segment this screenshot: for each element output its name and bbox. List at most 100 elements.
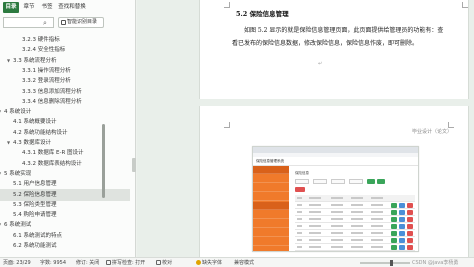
- word-count[interactable]: 字数: 9954: [40, 258, 66, 267]
- compat-mode-status: 兼容模式: [234, 260, 255, 266]
- figure-table-cell: [309, 211, 321, 213]
- watermark: CSDN @java李杨勇: [412, 260, 459, 266]
- document-canvas[interactable]: 5.2 保险信息管理 如图 5.2 显示的就是保险信息管理页面，此页面提供给管理…: [137, 0, 474, 257]
- figure-table-row: [295, 244, 415, 251]
- figure-table-cell: [331, 239, 343, 241]
- figure-table-cell: [351, 197, 363, 199]
- figure-screenshot[interactable]: 保险信息管理系统 保险信息: [252, 146, 419, 252]
- figure-row-action: [407, 238, 413, 243]
- figure-table-cell: [351, 239, 363, 241]
- toc-scrollbar[interactable]: [102, 124, 105, 198]
- tab-chapters[interactable]: 章节: [21, 2, 37, 13]
- figure-table-row: [295, 209, 415, 216]
- figure-sidebar-item: [253, 229, 289, 237]
- section-heading: 5.2 保险信息管理: [236, 10, 289, 18]
- search-icon[interactable]: ⌕: [43, 19, 51, 27]
- tab-bookmarks[interactable]: 书签: [39, 2, 55, 13]
- figure-sidebar: [253, 166, 289, 251]
- figure-table-row: [295, 223, 415, 230]
- search-input[interactable]: [6, 19, 44, 27]
- figure-sidebar-item: [253, 220, 289, 228]
- figure-row-action: [399, 203, 405, 208]
- figure-row-action: [407, 224, 413, 229]
- proofread-label: 校对: [162, 260, 173, 266]
- figure-app-header: 保险信息管理系统: [253, 157, 418, 166]
- figure-table-cell: [309, 225, 321, 227]
- zoom-slider-thumb[interactable]: [389, 260, 393, 266]
- figure-filter-field: [295, 179, 309, 184]
- body-paragraph: 如图 5.2 显示的就是保险信息管理页面，此页面提供给管理员的功能有：查 看已发…: [232, 24, 468, 50]
- figure-row-action: [399, 224, 405, 229]
- figure-filter-field: [331, 179, 345, 184]
- spellcheck-label: 拼写检查: 打开: [112, 260, 146, 266]
- figure-table-header: [295, 195, 415, 202]
- figure-row-action: [391, 203, 397, 208]
- figure-table-cell: [297, 246, 302, 248]
- document-page[interactable]: 5.2 保险信息管理 如图 5.2 显示的就是保险信息管理页面，此页面提供给管理…: [199, 0, 469, 99]
- figure-table-cell: [297, 204, 302, 206]
- figure-table-row: [295, 216, 415, 223]
- warning-icon: [196, 260, 201, 265]
- toc-item[interactable]: 6.2 系统功能测试: [0, 240, 130, 252]
- pane-collapse-handle[interactable]: [132, 158, 136, 172]
- figure-row-action: [399, 231, 405, 236]
- figure-table-cell: [309, 239, 321, 241]
- navigation-tabs: 目录 章节 书签 查找和替换: [0, 0, 136, 14]
- figure-table-cell: [331, 204, 343, 206]
- figure-sidebar-item: [253, 238, 289, 246]
- figure-row-action: [391, 224, 397, 229]
- proofread-status[interactable]: 校对: [156, 258, 172, 267]
- figure-sidebar-item: [253, 193, 289, 201]
- figure-table-cell: [351, 211, 363, 213]
- figure-table-cell: [351, 225, 363, 227]
- search-box: ⌕: [3, 17, 54, 28]
- figure-app-title: 保险信息管理系统: [256, 159, 284, 163]
- figure-table-cell: [351, 232, 363, 234]
- figure-row-action: [399, 238, 405, 243]
- figure-table-cell: [371, 232, 383, 234]
- figure-filter-row: [295, 179, 415, 185]
- figure-table-cell: [309, 204, 321, 206]
- paragraph-line: 如图 5.2 显示的就是保险信息管理页面，此页面提供给管理员的功能有：查: [244, 27, 444, 34]
- figure-table-cell: [297, 211, 302, 213]
- crop-mark: [224, 2, 230, 8]
- figure-table-cell: [331, 197, 343, 199]
- figure-table-cell: [331, 232, 343, 234]
- figure-table-cell: [331, 246, 343, 248]
- document-page[interactable]: 毕业设计（论文） 保险信息管理系统 保险信息: [199, 106, 469, 257]
- figure-filter-field: [313, 179, 327, 184]
- figure-table-row: [295, 237, 415, 244]
- page-count[interactable]: 页面: 23/29: [3, 258, 31, 267]
- figure-row-action: [391, 210, 397, 215]
- figure-table-cell: [371, 204, 383, 206]
- figure-content: 保险信息: [295, 171, 415, 251]
- figure-table-cell: [309, 197, 321, 199]
- smart-toc-button[interactable]: 智能识别目录: [58, 17, 104, 28]
- figure-row-action: [391, 245, 397, 250]
- figure-table-cell: [297, 225, 302, 227]
- navigation-search-row: ⌕ 智能识别目录: [3, 17, 133, 29]
- figure-sidebar-item: [253, 166, 289, 174]
- revision-status[interactable]: 修订: 关闭: [76, 258, 99, 267]
- figure-table-cell: [371, 225, 383, 227]
- figure-table-cell: [371, 211, 383, 213]
- tab-toc[interactable]: 目录: [3, 2, 19, 13]
- word-processor-window: 目录 章节 书签 查找和替换 ⌕ 智能识别目录 3.2.3 硬件指标 3.2.4 …: [0, 0, 474, 267]
- figure-row-action: [399, 210, 405, 215]
- figure-table-row: [295, 202, 415, 209]
- zoom-slider[interactable]: [360, 260, 410, 266]
- figure-search-button: [367, 179, 375, 184]
- navigation-pane: 目录 章节 书签 查找和替换 ⌕ 智能识别目录 3.2.3 硬件指标 3.2.4 …: [0, 0, 136, 257]
- spellcheck-status[interactable]: 拼写检查: 打开: [106, 258, 145, 267]
- missing-font-status[interactable]: 缺失字体: [196, 258, 222, 267]
- figure-row-action: [391, 238, 397, 243]
- toc-item-label: 6.2 系统功能测试: [13, 243, 57, 249]
- figure-table-cell: [351, 204, 363, 206]
- figure-table-cell: [331, 225, 343, 227]
- tab-find-replace[interactable]: 查找和替换: [57, 2, 87, 13]
- paragraph-line: 看已发布的保险信息数据，修改保险信息，保险信息作废，即可删除。: [232, 40, 419, 47]
- page-header-label: 毕业设计（论文）: [411, 129, 452, 135]
- figure-table-cell: [309, 218, 321, 220]
- figure-sidebar-item: [253, 184, 289, 192]
- spellcheck-icon: [106, 260, 111, 265]
